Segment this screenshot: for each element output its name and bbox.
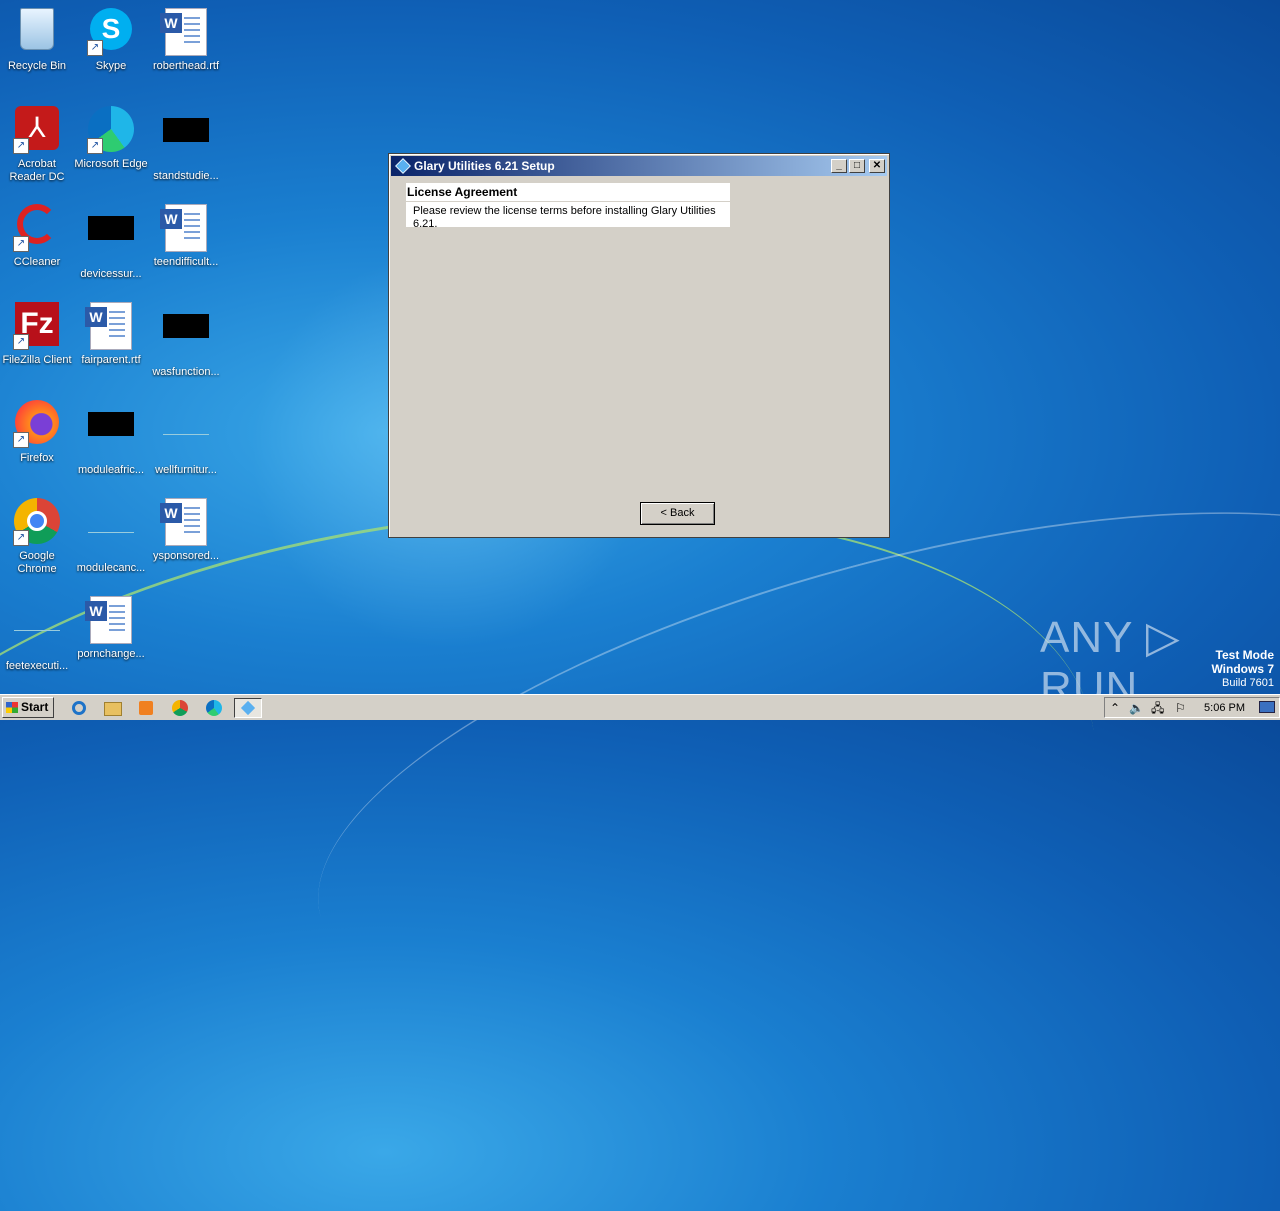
start-button[interactable]: Start: [2, 697, 54, 718]
installer-app-icon: [395, 158, 411, 174]
desktop-icon-file[interactable]: feetexecuti...: [0, 596, 74, 673]
ccleaner-icon: ↗: [13, 204, 61, 252]
desktop-icon-file[interactable]: moduleafric...: [74, 400, 148, 477]
glary-setup-task[interactable]: [234, 698, 262, 718]
desktop-icon-edge[interactable]: ↗ Microsoft Edge: [74, 106, 148, 171]
desktop-icon-label: teendifficult...: [153, 256, 219, 268]
desktop-icon-label: Recycle Bin: [7, 60, 67, 72]
blank-file-icon: [162, 412, 210, 460]
media-player-icon[interactable]: [134, 698, 158, 718]
maximize-button[interactable]: □: [849, 159, 865, 173]
desktop-icon-file[interactable]: wellfurnitur...: [149, 400, 223, 477]
desktop-icon-rtf[interactable]: W teendifficult...: [149, 204, 223, 269]
shortcut-arrow-icon: ↗: [13, 530, 29, 546]
desktop-icon-rtf[interactable]: W pornchange...: [74, 596, 148, 661]
shortcut-arrow-icon: ↗: [13, 432, 29, 448]
windows-version-line: Windows 7: [1211, 662, 1274, 676]
edge-taskbar-icon[interactable]: [202, 698, 226, 718]
filezilla-icon: Fz ↗: [13, 302, 61, 350]
word-document-icon: W: [160, 498, 210, 546]
acrobat-icon: ⅄ ↗: [13, 106, 61, 154]
taskbar: Start ⌃ 🔈 🖧 ⚐ 5:06 PM: [0, 694, 1280, 720]
edge-icon: ↗: [87, 106, 135, 154]
desktop-icon-label: roberthead.rtf: [152, 60, 220, 72]
windows-logo-icon: [6, 702, 18, 713]
desktop-icon-label: ysponsored...: [152, 550, 220, 562]
desktop-icon-label: Acrobat Reader DC: [9, 158, 65, 183]
file-thumbnail-icon: [87, 216, 135, 264]
desktop-icon-file[interactable]: wasfunction...: [149, 302, 223, 379]
start-label: Start: [21, 700, 49, 714]
show-desktop-icon[interactable]: [1259, 701, 1275, 713]
system-tray: ⌃ 🔈 🖧 ⚐ 5:06 PM: [1104, 697, 1280, 718]
page-subtitle: Please review the license terms before i…: [413, 205, 716, 230]
shortcut-arrow-icon: ↗: [13, 138, 29, 154]
desktop-icon-skype[interactable]: S ↗ Skype: [74, 8, 148, 73]
desktop-icon-label: feetexecuti...: [5, 660, 69, 672]
dialog-titlebar[interactable]: Glary Utilities 6.21 Setup _ □ ✕: [391, 156, 887, 176]
desktop-icon-file[interactable]: standstudie...: [149, 106, 223, 183]
desktop-icon-firefox[interactable]: ↗ Firefox: [0, 400, 74, 465]
desktop-icon-label: pornchange...: [77, 648, 145, 660]
desktop-icon-label: devicessur...: [80, 268, 142, 280]
desktop-icon-recycle-bin[interactable]: Recycle Bin: [0, 8, 74, 73]
word-document-icon: W: [85, 596, 135, 644]
desktop-icon-rtf[interactable]: W fairparent.rtf: [74, 302, 148, 367]
dialog-title: Glary Utilities 6.21 Setup: [414, 159, 555, 173]
shortcut-arrow-icon: ↗: [13, 236, 29, 252]
desktop-icon-chrome[interactable]: ↗ Google Chrome: [0, 498, 74, 576]
desktop-icon-label: wasfunction...: [152, 366, 220, 378]
word-document-icon: W: [160, 8, 210, 56]
test-mode-line: Test Mode: [1215, 648, 1274, 662]
firefox-icon: ↗: [13, 400, 61, 448]
desktop-icon-label: Microsoft Edge: [74, 158, 148, 170]
chrome-icon: ↗: [13, 498, 61, 546]
dialog-header: License Agreement Please review the lice…: [406, 183, 730, 230]
blank-file-icon: [87, 510, 135, 558]
volume-icon[interactable]: 🔈: [1129, 700, 1144, 716]
desktop-icon-label: FileZilla Client: [2, 354, 72, 366]
internet-explorer-icon[interactable]: [67, 698, 91, 718]
skype-icon: S ↗: [87, 8, 135, 56]
desktop-icon-rtf[interactable]: W ysponsored...: [149, 498, 223, 563]
shortcut-arrow-icon: ↗: [13, 334, 29, 350]
desktop-icon-file[interactable]: devicessur...: [74, 204, 148, 281]
file-thumbnail-icon: [162, 314, 210, 362]
show-hidden-icons-button[interactable]: ⌃: [1110, 700, 1120, 716]
setup-dialog: Glary Utilities 6.21 Setup _ □ ✕ License…: [388, 153, 890, 538]
page-title: License Agreement: [406, 183, 730, 202]
desktop-icon-acrobat[interactable]: ⅄ ↗ Acrobat Reader DC: [0, 106, 74, 184]
recycle-bin-icon: [13, 8, 61, 56]
desktop-icon-label: modulecanc...: [76, 562, 146, 574]
word-document-icon: W: [85, 302, 135, 350]
build-line: Build 7601: [1222, 677, 1274, 689]
chrome-taskbar-icon[interactable]: [168, 698, 192, 718]
action-center-flag-icon[interactable]: ⚐: [1175, 700, 1186, 716]
shortcut-arrow-icon: ↗: [87, 40, 103, 56]
desktop-icon-label: standstudie...: [153, 170, 219, 182]
desktop-icon-label: Google Chrome: [17, 550, 57, 575]
network-icon[interactable]: 🖧: [1151, 700, 1164, 716]
minimize-button[interactable]: _: [831, 159, 847, 173]
back-button[interactable]: < Back: [640, 502, 715, 525]
desktop-icon-label: moduleafric...: [77, 464, 145, 476]
shortcut-arrow-icon: ↗: [87, 138, 103, 154]
desktop-icon-filezilla[interactable]: Fz ↗ FileZilla Client: [0, 302, 74, 367]
file-explorer-icon[interactable]: [101, 698, 125, 718]
file-thumbnail-icon: [162, 118, 210, 166]
desktop-icon-label: fairparent.rtf: [81, 354, 141, 366]
desktop-icon-ccleaner[interactable]: ↗ CCleaner: [0, 204, 74, 269]
test-mode-notice: Test Mode Windows 7 Build 7601: [1211, 648, 1274, 690]
desktop-icon-label: Firefox: [20, 452, 54, 464]
clock[interactable]: 5:06 PM: [1204, 702, 1245, 714]
blank-file-icon: [13, 608, 61, 656]
close-button[interactable]: ✕: [869, 159, 885, 173]
word-document-icon: W: [160, 204, 210, 252]
desktop-icon-rtf[interactable]: W roberthead.rtf: [149, 8, 223, 73]
desktop-icon-label: wellfurnitur...: [155, 464, 217, 476]
file-thumbnail-icon: [87, 412, 135, 460]
desktop-icon-label: Skype: [95, 60, 127, 72]
desktop-icon-file[interactable]: modulecanc...: [74, 498, 148, 575]
desktop-icon-label: CCleaner: [13, 256, 61, 268]
